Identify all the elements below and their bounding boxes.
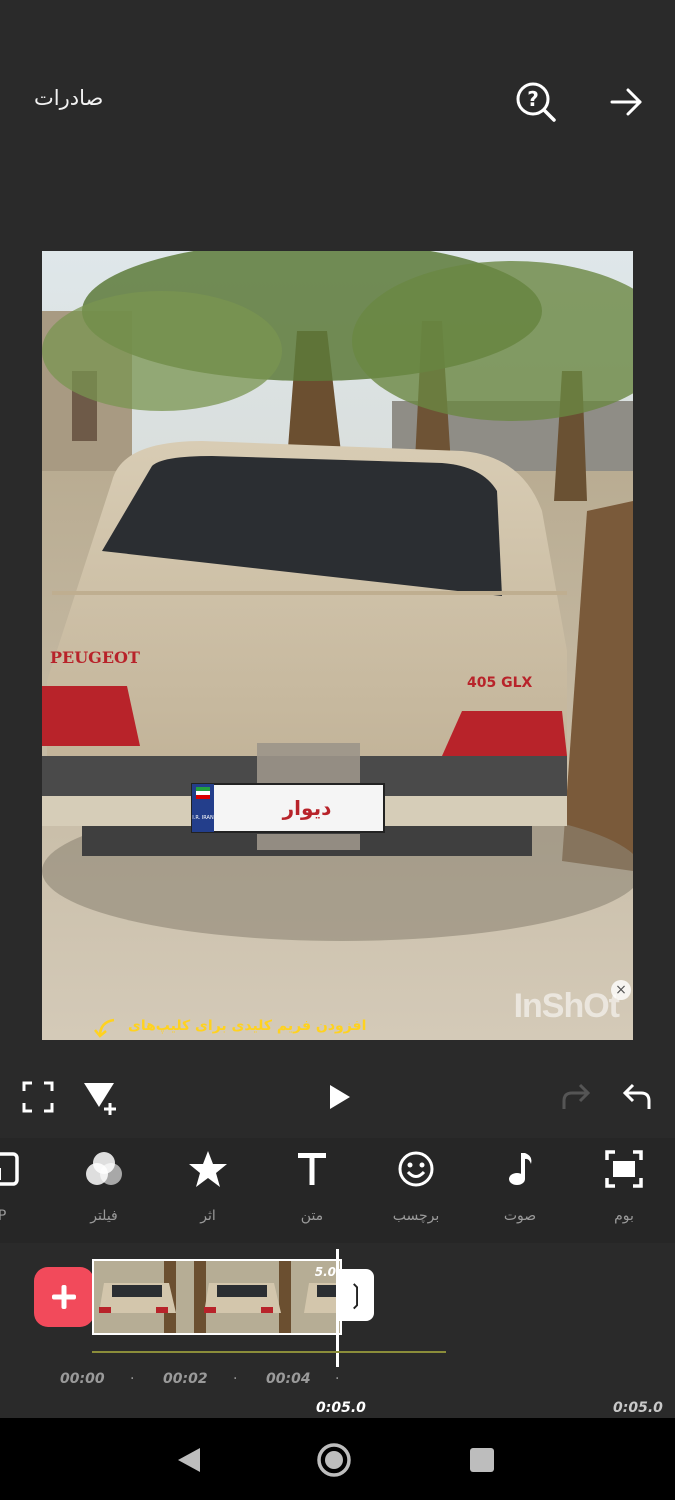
tick-label: 00:04 <box>266 1371 311 1387</box>
current-time: 0:05.0 <box>316 1400 366 1416</box>
total-duration: 0:05.0 <box>613 1400 663 1416</box>
plus-icon <box>52 1285 76 1309</box>
home-icon[interactable] <box>314 1440 354 1480</box>
watermark-logo[interactable]: InShOt <box>514 987 620 1026</box>
tool-label: IP <box>0 1208 7 1224</box>
tool-canvas[interactable]: بوم <box>579 1148 669 1238</box>
audio-track-line <box>92 1351 446 1353</box>
trim-handle[interactable]: ❳ <box>338 1269 374 1321</box>
tool-label: صوت <box>503 1208 537 1224</box>
recents-icon[interactable] <box>462 1440 502 1480</box>
hint-arrow-icon <box>94 1018 115 1038</box>
video-preview[interactable]: PEUGEOT 405 GLX I.R. IRAN دیوار InShOt ×… <box>42 251 633 1040</box>
plate-text: دیوار <box>282 796 332 820</box>
clip-duration: 5.0 <box>314 1265 336 1279</box>
tool-music[interactable]: صوت <box>475 1148 565 1238</box>
tool-label: بوم <box>614 1208 634 1224</box>
play-icon[interactable] <box>318 1077 358 1117</box>
pip-icon <box>0 1152 19 1186</box>
star-icon <box>189 1151 227 1187</box>
tool-bar: IP فیلتر اثر متن برچسب <box>0 1138 675 1243</box>
plate-country: I.R. IRAN <box>192 815 214 821</box>
help-search-icon[interactable]: ? <box>514 80 558 124</box>
system-nav-bar <box>0 1418 675 1500</box>
tool-effect[interactable]: اثر <box>163 1148 253 1238</box>
car-badge-right: 405 GLX <box>467 675 533 691</box>
tool-label: اثر <box>200 1208 216 1224</box>
keyframe-add-icon[interactable] <box>80 1077 120 1117</box>
export-label[interactable]: صادرات <box>34 86 103 110</box>
top-bar: صادرات ? <box>0 0 675 200</box>
tool-text[interactable]: متن <box>267 1148 357 1238</box>
tick-dot: · <box>233 1371 238 1387</box>
tool-pip[interactable]: IP <box>0 1148 45 1238</box>
preview-image: PEUGEOT 405 GLX I.R. IRAN دیوار <box>42 251 633 1040</box>
watermark-close-icon[interactable]: × <box>611 980 631 1000</box>
clip-thumbnail <box>94 1261 194 1333</box>
undo-icon[interactable] <box>617 1077 657 1117</box>
svg-text:?: ? <box>527 87 539 111</box>
tick-label: 00:00 <box>60 1371 105 1387</box>
tool-sticker[interactable]: برچسب <box>371 1148 461 1238</box>
timeline[interactable]: 5.0 ❳ 00:00 · 00:02 · 00:04 · 0:05.0 0:0… <box>0 1243 675 1418</box>
tick-dot: · <box>130 1371 135 1387</box>
keyframe-hint: افزودن فریم کلیدی برای کلیپ‌های <box>128 1018 367 1034</box>
redo-icon[interactable] <box>556 1077 596 1117</box>
back-icon[interactable] <box>170 1440 210 1480</box>
tool-label: برچسب <box>392 1208 440 1224</box>
video-clip[interactable]: 5.0 <box>92 1259 342 1335</box>
arrow-right-icon[interactable] <box>604 80 648 124</box>
tick-dot: · <box>335 1371 340 1387</box>
tool-filter[interactable]: فیلتر <box>59 1148 149 1238</box>
add-clip-button[interactable] <box>34 1267 94 1327</box>
playback-controls <box>0 1062 675 1136</box>
sticker-icon <box>398 1151 434 1187</box>
tick-label: 00:02 <box>163 1371 208 1387</box>
music-icon <box>509 1153 532 1185</box>
canvas-icon <box>605 1150 643 1188</box>
text-icon <box>298 1153 326 1185</box>
car-badge-left: PEUGEOT <box>50 648 140 667</box>
tool-label: متن <box>300 1208 324 1224</box>
clip-thumbnail <box>194 1261 294 1333</box>
tool-label: فیلتر <box>90 1208 118 1224</box>
fullscreen-icon[interactable] <box>18 1077 58 1117</box>
filter-icon <box>86 1152 122 1185</box>
